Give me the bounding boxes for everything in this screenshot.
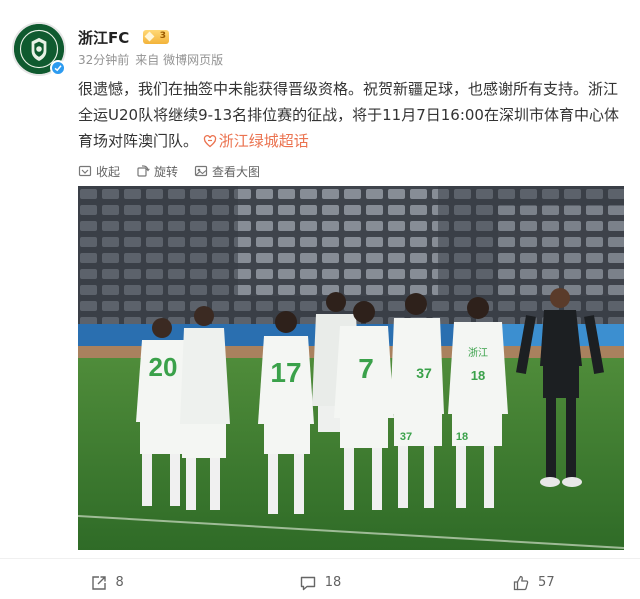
post-source: 来自 微博网页版	[135, 53, 224, 67]
rotate-button[interactable]: 旋转	[136, 163, 178, 180]
author-name[interactable]: 浙江FC	[78, 27, 129, 48]
collapse-label: 收起	[96, 164, 121, 179]
view-large-button[interactable]: 查看大图	[194, 163, 260, 180]
jersey-number-17: 17	[270, 357, 301, 388]
comment-icon	[300, 576, 315, 590]
rotate-label: 旋转	[154, 164, 179, 179]
super-topic-icon	[203, 135, 216, 148]
jersey-number-7: 7	[358, 353, 374, 384]
image-toolbar: 收起 旋转 查看大图	[78, 159, 276, 183]
vip-badge[interactable]: 3	[143, 30, 169, 44]
jersey-number-37: 37	[416, 365, 432, 381]
comment-button[interactable]: 18	[213, 566, 426, 599]
jersey-number-18: 18	[471, 368, 485, 383]
like-button[interactable]: 57	[427, 566, 640, 599]
shorts-number-18: 18	[456, 431, 468, 443]
collapse-button[interactable]: 收起	[78, 163, 120, 180]
shorts-number-37: 37	[400, 431, 412, 443]
topic-label: 浙江绿城超话	[218, 132, 309, 150]
comment-count: 18	[324, 575, 342, 590]
like-count: 57	[538, 575, 555, 590]
weibo-post-card: 浙江FC 3 32分钟前 来自 微博网页版 很遗憾，我们在抽签中未能获得晋级资格。…	[0, 0, 640, 599]
footer-divider	[0, 558, 640, 559]
verified-icon	[50, 60, 66, 76]
jersey-number-20: 20	[149, 352, 178, 382]
post-time[interactable]: 32分钟前	[78, 53, 129, 67]
post-body: 很遗憾，我们在抽签中未能获得晋级资格。祝贺新疆足球，也感谢所有支持。浙江全运U2…	[78, 80, 619, 150]
share-button[interactable]: 8	[0, 566, 213, 599]
collapse-icon	[78, 165, 92, 177]
thumbs-up-icon	[513, 575, 529, 590]
post-text: 很遗憾，我们在抽签中未能获得晋级资格。祝贺新疆足球，也感谢所有支持。浙江全运U2…	[78, 76, 624, 154]
enlarge-icon	[194, 165, 208, 177]
post-meta: 32分钟前 来自 微博网页版	[78, 51, 223, 68]
rotate-icon	[137, 165, 150, 177]
post-actions: 8 18 57	[0, 566, 640, 599]
shirt-crest-text: 浙江	[468, 347, 488, 359]
share-count: 8	[115, 575, 124, 590]
share-icon	[91, 575, 106, 590]
topic-link[interactable]: 浙江绿城超话	[203, 132, 309, 150]
view-large-label: 查看大图	[212, 164, 261, 179]
post-photo[interactable]: 20 17 7 37 37 18 18 浙江	[78, 186, 624, 550]
team-photo: 20 17 7 37 37 18 18 浙江	[78, 186, 624, 550]
